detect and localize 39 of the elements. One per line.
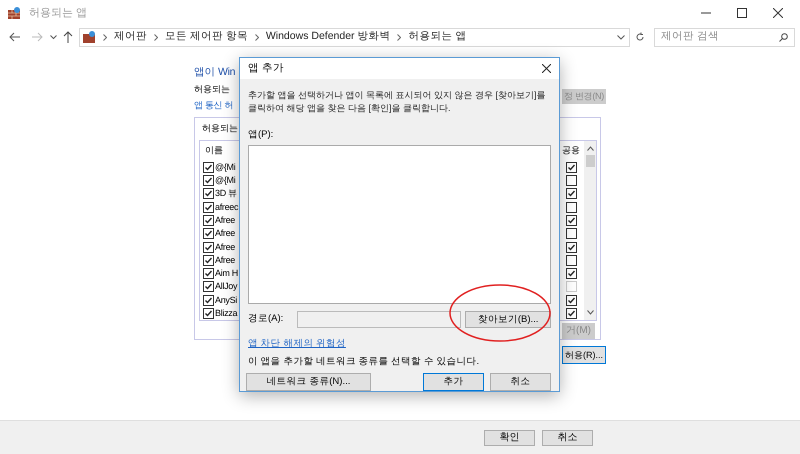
page-heading: 앱이 Win	[194, 65, 236, 80]
allow-other-app-button[interactable]: 허용(R)...	[562, 346, 606, 364]
app-name: AllJoy	[215, 281, 238, 292]
address-bar[interactable]: 제어판 모든 제어판 항목 Windows Defender 방화벽 허용되는 앱	[79, 28, 630, 46]
subtitle-text: 허용되는	[194, 83, 230, 95]
search-field[interactable]: 제어판 검색	[654, 28, 795, 46]
dialog-description: 추가할 앱을 선택하거나 앱이 목록에 표시되어 있지 않은 경우 [찾아보기]를 클릭하여 해당 앱을 찾은 다음 [확인]을 클릭합니다.	[248, 89, 547, 115]
risk-link[interactable]: 앱 차단 해제의 위험성	[248, 338, 346, 350]
network-type-button[interactable]: 네트워크 종류(N)...	[246, 373, 371, 391]
app-name: Afree	[215, 228, 236, 240]
app-name: Afree	[215, 242, 236, 252]
app-name: Blizza	[215, 308, 238, 319]
cancel-button[interactable]: 취소	[490, 373, 551, 391]
dialog-title: 앱 추가	[248, 60, 284, 76]
search-placeholder: 제어판 검색	[661, 29, 720, 44]
app-name: @{Mi	[215, 162, 236, 173]
footer-button[interactable]: 취소	[542, 430, 593, 446]
network-type-text: 이 앱을 추가할 네트워크 종류를 선택할 수 있습니다.	[248, 356, 480, 368]
column-header: 이름	[205, 144, 223, 158]
app-name: Afree	[215, 214, 236, 226]
apps-label: 앱(P):	[248, 129, 274, 141]
breadcrumb[interactable]: Windows Defender 방화벽	[266, 29, 390, 45]
breadcrumb[interactable]: 허용되는 앱	[408, 29, 466, 45]
breadcrumb[interactable]: 제어판	[114, 29, 147, 45]
window-title: 허용되는 앱	[29, 6, 88, 21]
group-label: 허용되는	[202, 122, 238, 135]
app-name: AnySi	[215, 294, 238, 306]
footer-button[interactable]: 확인	[484, 430, 535, 446]
app-name: Afree	[215, 254, 236, 266]
help-link[interactable]: 앱 통신 허	[194, 99, 234, 111]
app-name: afreec	[215, 202, 238, 213]
browse-button[interactable]: 찾아보기(B)...	[465, 311, 551, 328]
add-button[interactable]: 추가	[423, 373, 484, 391]
app-name: 3D 뷰	[215, 188, 237, 200]
breadcrumb[interactable]: 모든 제어판 항목	[165, 29, 248, 45]
app-name: @{Mi	[215, 175, 236, 186]
app-name: Aim H	[215, 268, 238, 280]
path-label: 경로(A):	[248, 312, 284, 326]
column-header: 공용	[562, 144, 580, 158]
